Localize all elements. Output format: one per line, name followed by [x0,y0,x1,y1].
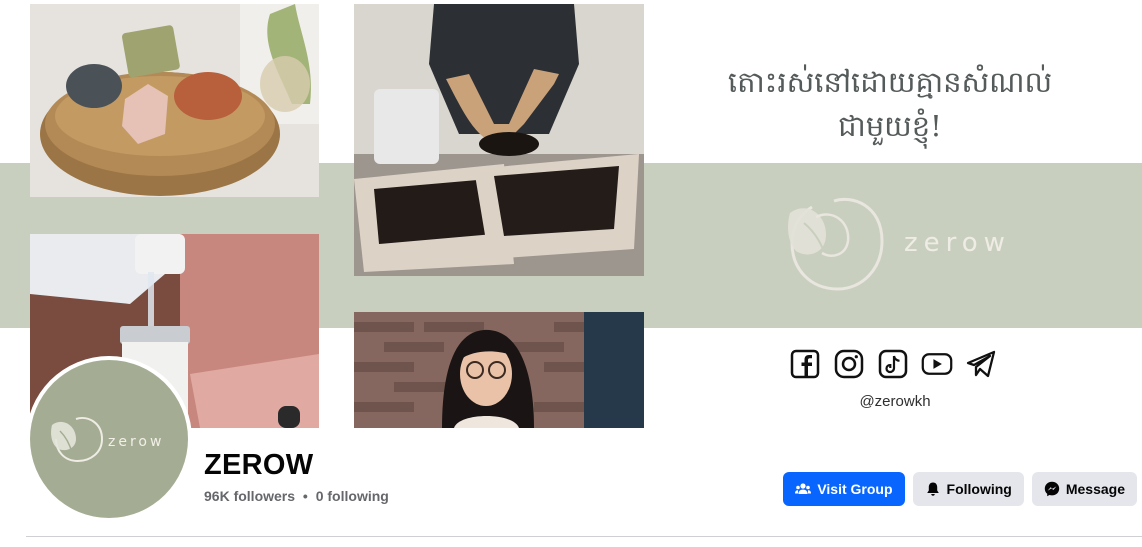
tiktok-icon [877,348,909,380]
cover-logo-text: zerow [904,228,1011,258]
group-icon [795,481,812,497]
youtube-icon [921,348,953,380]
cover-image-soaps [30,4,319,197]
message-label: Message [1065,481,1125,497]
message-button[interactable]: Message [1031,472,1137,506]
facebook-icon [789,348,821,380]
cover-heading-line-1: តោះរស់នៅដោយគ្មានសំណល់ [727,65,1053,99]
followers-count[interactable]: 96K followers [204,488,295,504]
cover-image-portrait [354,312,644,428]
cover-handle: @zerowkh [859,393,931,410]
messenger-icon [1044,481,1060,497]
stats-separator: • [302,488,308,504]
profile-actions: Visit Group Following Message [783,472,1137,506]
cover-heading: តោះរស់នៅដោយគ្មានសំណល់ ជាមួយខ្ញុំ! [670,60,1110,148]
cover-photo[interactable]: តោះរស់នៅដោយគ្មានសំណល់ ជាមួយខ្ញុំ! zerow [0,0,1142,428]
visit-group-button[interactable]: Visit Group [783,472,905,506]
avatar[interactable]: zerow [30,360,188,518]
page-stats: 96K followers • 0 following [204,488,389,504]
page-title: ZEROW [204,449,314,481]
cover-logo: zerow [786,193,1036,293]
following-label: Following [946,481,1012,497]
following-count[interactable]: 0 following [316,488,389,504]
avatar-text: zerow [108,434,164,450]
social-icons-row [789,348,997,380]
header-divider [26,536,1142,537]
bell-icon [925,481,941,497]
following-button[interactable]: Following [912,472,1024,506]
telegram-icon [965,348,997,380]
cover-image-compost [354,4,644,276]
cover-heading-line-2: ជាមួយខ្ញុំ! [838,109,942,143]
instagram-icon [833,348,865,380]
page-header: តោះរស់នៅដោយគ្មានសំណល់ ជាមួយខ្ញុំ! zerow [0,0,1142,547]
visit-group-label: Visit Group [817,481,893,497]
